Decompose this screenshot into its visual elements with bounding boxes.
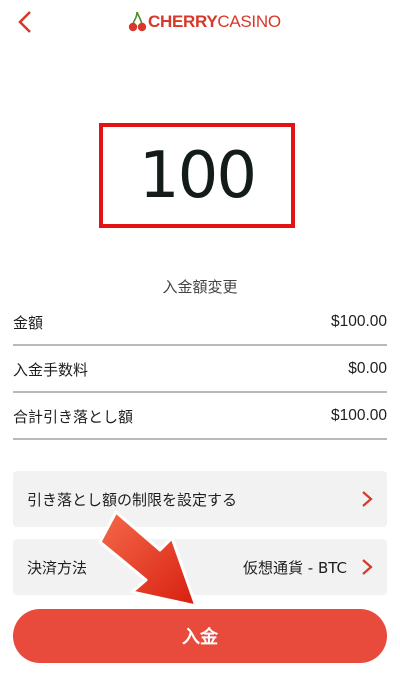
payment-method-value: 仮想通貨 - BTC	[243, 558, 347, 577]
amount-row-value: $100.00	[330, 313, 387, 330]
withdrawal-limit-label: 引き落とし額の制限を設定する	[27, 490, 238, 509]
logo-casino: CASINO	[217, 12, 281, 31]
deposit-button[interactable]: 入金	[13, 609, 387, 663]
payment-method-label: 決済方法	[27, 558, 88, 577]
summary-row-fee: 入金手数料 $0.00	[13, 347, 387, 393]
logo-cherry: CHERRY	[148, 12, 218, 31]
amount-display[interactable]: 100	[99, 123, 295, 228]
fee-value: $0.00	[348, 360, 387, 377]
amount-value: 100	[138, 138, 257, 213]
chevron-left-icon[interactable]	[12, 8, 40, 36]
chevron-right-icon	[362, 559, 373, 575]
cherry-logo-icon	[128, 11, 147, 32]
total-value: $100.00	[330, 407, 387, 424]
payment-method-selector[interactable]: 決済方法 仮想通貨 - BTC	[13, 539, 387, 595]
fee-label: 入金手数料	[13, 360, 89, 379]
header: CHERRYCASINO	[0, 0, 400, 48]
amount-label: 金額	[13, 313, 44, 332]
summary-row-total: 合計引き落とし額 $100.00	[13, 394, 387, 440]
total-label: 合計引き落とし額	[13, 407, 134, 426]
withdrawal-limit-button[interactable]: 引き落とし額の制限を設定する	[13, 471, 387, 527]
logo-text: CHERRYCASINO	[148, 12, 281, 32]
summary-row-amount: 金額 $100.00	[13, 300, 387, 346]
chevron-right-icon	[362, 491, 373, 507]
cherry-casino-logo: CHERRYCASINO	[128, 8, 281, 36]
change-amount-link[interactable]: 入金額変更	[0, 276, 400, 297]
